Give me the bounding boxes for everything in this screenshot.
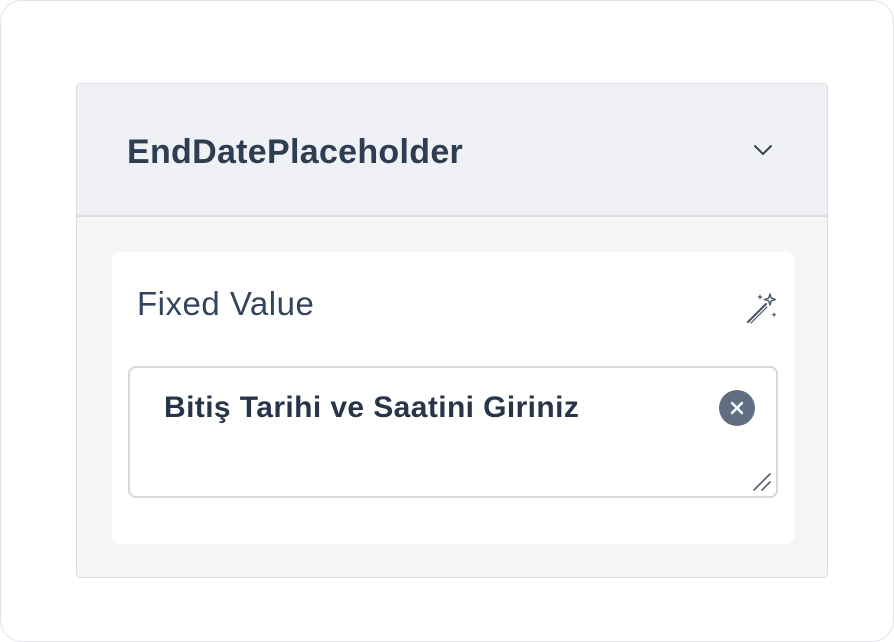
collapsible-panel: EndDatePlaceholder Fixed Value Bitiş Tar… [76,83,828,578]
chevron-down-icon[interactable] [751,142,775,158]
outer-card: EndDatePlaceholder Fixed Value Bitiş Tar… [0,0,894,642]
field-label: Fixed Value [137,285,315,322]
resize-handle-icon[interactable] [750,470,772,492]
clear-button[interactable] [719,390,755,426]
clear-circle-icon [730,401,744,415]
panel-title: EndDatePlaceholder [127,133,464,171]
panel-header[interactable]: EndDatePlaceholder [77,84,827,217]
fixed-value-textarea[interactable]: Bitiş Tarihi ve Saatini Giriniz [128,366,778,498]
field-card: Fixed Value Bitiş Tarihi ve Saatini Giri… [112,252,794,544]
textarea-value[interactable]: Bitiş Tarihi ve Saatini Giriniz [164,388,579,428]
magic-wand-icon[interactable] [744,290,780,326]
